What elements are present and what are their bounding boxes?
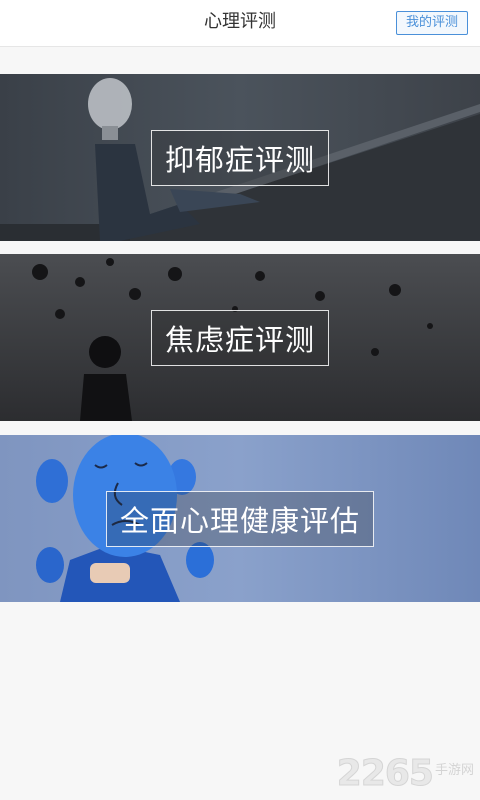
site-watermark: 2265 手游网 — [336, 752, 474, 794]
mental-health-assessment-banner[interactable]: 全面心理健康评估 — [0, 435, 480, 602]
anxiety-test-label: 焦虑症评测 — [150, 309, 330, 366]
my-evaluations-button[interactable]: 我的评测 — [395, 11, 468, 35]
watermark-number: 2265 — [336, 753, 434, 794]
app-screen: 心理评测 我的评测 抑郁症评测 焦虑症评测 全面心理健康评估 2265 手游网 — [0, 0, 480, 800]
watermark-text: 手游网 — [434, 763, 474, 778]
depression-test-banner[interactable]: 抑郁症评测 — [0, 74, 480, 241]
anxiety-test-banner[interactable]: 焦虑症评测 — [0, 254, 480, 421]
depression-test-label: 抑郁症评测 — [150, 129, 330, 186]
mental-health-assessment-label: 全面心理健康评估 — [105, 490, 375, 547]
top-bar: 心理评测 我的评测 — [0, 0, 480, 47]
